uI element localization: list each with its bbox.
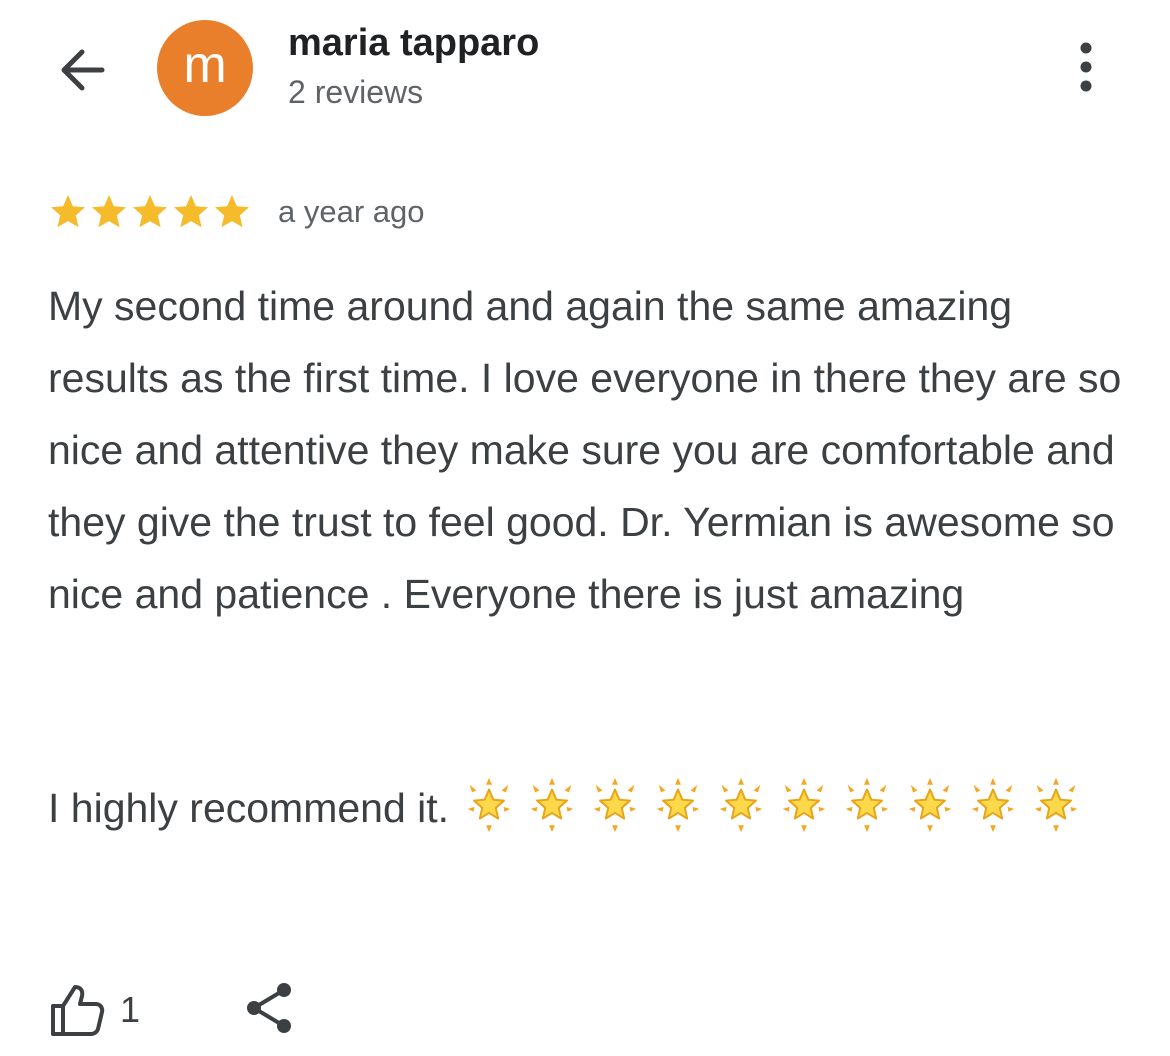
glowing-star-icon [783, 778, 826, 833]
review-actions: 1 [48, 978, 294, 1042]
arrow-back-icon [61, 49, 105, 91]
glowing-star-icon [468, 778, 511, 833]
glowing-star-icon [531, 778, 574, 833]
glowing-star-icon [1035, 778, 1078, 833]
emoji-star-row [460, 778, 1090, 833]
glowing-star-icon [909, 778, 952, 833]
author-review-count: 2 reviews [288, 74, 424, 110]
author-name[interactable]: maria tapparo [288, 22, 539, 65]
star-icon [51, 195, 85, 228]
review-recommend-line: I highly recommend it. [48, 772, 1138, 844]
share-button[interactable] [244, 980, 294, 1041]
review-time: a year ago [278, 194, 425, 229]
star-rating [48, 192, 252, 232]
share-icon [247, 982, 292, 1033]
thumbs-up-icon [51, 985, 105, 1036]
like-count: 1 [120, 989, 141, 1030]
like-button[interactable]: 1 [48, 982, 140, 1038]
glowing-star-icon [846, 778, 889, 833]
star-icon [174, 195, 208, 228]
more-options-button[interactable] [1066, 38, 1106, 98]
review-header: m maria tapparo 2 reviews [0, 0, 1170, 140]
star-icon [133, 195, 167, 228]
star-icon [215, 195, 249, 228]
recommend-text: I highly recommend it. [48, 785, 450, 831]
rating-row: a year ago [48, 188, 425, 236]
more-vert-icon [1080, 42, 1092, 92]
glowing-star-icon [972, 778, 1015, 833]
review-text: My second time around and again the same… [48, 283, 1122, 617]
back-button[interactable] [52, 40, 112, 100]
glowing-star-icon [594, 778, 637, 833]
glowing-star-icon [657, 778, 700, 833]
glowing-star-icon [720, 778, 763, 833]
star-icon [92, 195, 126, 228]
avatar[interactable]: m [157, 20, 253, 116]
